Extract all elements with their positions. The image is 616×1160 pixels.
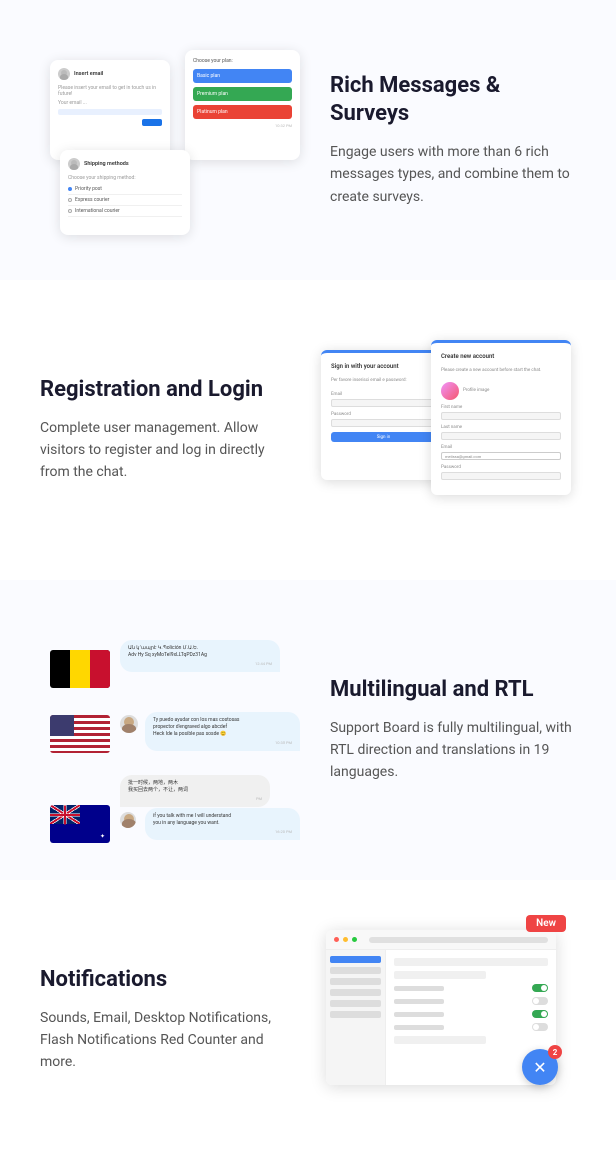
multilingual-section: Ան կ՚ապրէ Կ.Պolición Մ.Ա.Ե.Adv Hy Sq xyM… xyxy=(0,580,616,880)
close-icon: ✕ xyxy=(533,1058,546,1077)
multilingual-title: Multilingual and RTL xyxy=(330,676,576,705)
notifications-topbar xyxy=(326,930,556,950)
notif-toggle-2 xyxy=(394,997,548,1005)
belgian-flag xyxy=(50,650,110,688)
notif-toggle-1 xyxy=(394,984,548,992)
english-chat-bubble: if you talk with me I will understandyou… xyxy=(145,808,300,840)
registration-mockup: Sign in with your account Per favore ins… xyxy=(316,320,576,540)
toggle-4 xyxy=(532,1023,548,1031)
notifications-description: Sounds, Email, Desktop Notifications, Fl… xyxy=(40,1007,286,1074)
sidebar-item-3 xyxy=(330,978,381,985)
chinese-chat-bubble: 批一时候，两地，两木我买回去两个，不让，两词 PM xyxy=(120,775,270,807)
shipping-card-title: Shipping methods xyxy=(84,161,129,167)
notif-toggle-3 xyxy=(394,1010,548,1018)
plan-mockup-card: Choose your plan: Basic plan Premium pla… xyxy=(185,50,300,160)
register-email-input: melissa@gmail.com xyxy=(441,452,561,460)
notifications-title: Notifications xyxy=(40,966,286,995)
chat-close-button[interactable]: ✕ 2 xyxy=(522,1049,558,1085)
login-desc: Per favore inserisci email e password: xyxy=(331,378,436,384)
profile-label: Profile image xyxy=(463,388,489,393)
user-avatar-multilingual xyxy=(120,715,138,733)
user-avatar-au xyxy=(120,812,136,828)
armenian-chat-bubble: Ան կ՚ապրէ Կ.Պolición Մ.Ա.Ե.Adv Hy Sq xyM… xyxy=(120,640,280,672)
rich-messages-title: Rich Messages & Surveys xyxy=(330,72,576,129)
register-desc: Please create a new account before start… xyxy=(441,368,561,374)
multilingual-content: Multilingual and RTL Support Board is fu… xyxy=(330,676,576,784)
login-btn-label: Sign in xyxy=(377,435,390,440)
sidebar-item-5 xyxy=(330,1000,381,1007)
plan-header: Choose your plan: xyxy=(193,58,292,64)
login-title: Sign in with your account xyxy=(331,363,436,370)
us-flag xyxy=(50,715,110,753)
multilingual-mockup: Ան կ՚ապրէ Կ.Պolición Մ.Ա.Ե.Adv Hy Sq xyM… xyxy=(40,620,300,840)
register-card: Create new account Please create a new a… xyxy=(431,340,571,495)
notifications-content: Notifications Sounds, Email, Desktop Not… xyxy=(40,966,286,1074)
login-pass-label: Password xyxy=(331,412,436,417)
premium-plan-label: Premium plan xyxy=(197,91,228,97)
profile-image-placeholder xyxy=(441,382,459,400)
platinum-plan-label: Platinum plan xyxy=(197,109,228,115)
registration-section: Sign in with your account Per favore ins… xyxy=(0,280,616,580)
sidebar-item-2 xyxy=(330,967,381,974)
sidebar-item-1 xyxy=(330,956,381,963)
toggle-1 xyxy=(532,984,548,992)
rich-messages-mockup: Insert email Please insert your email to… xyxy=(40,40,300,240)
registration-description: Complete user management. Allow visitors… xyxy=(40,417,286,484)
notifications-sidebar xyxy=(326,950,386,1085)
register-first-input xyxy=(441,412,561,420)
register-pass-label: Password xyxy=(441,465,561,470)
register-pass-input xyxy=(441,472,561,480)
toggle-3 xyxy=(532,1010,548,1018)
notif-row-1 xyxy=(394,958,548,966)
register-first-label: First name xyxy=(441,405,561,410)
multilingual-description: Support Board is fully multilingual, wit… xyxy=(330,717,576,784)
register-title: Create new account xyxy=(441,353,561,360)
basic-plan-label: Basic plan xyxy=(197,73,220,79)
login-card: Sign in with your account Per favore ins… xyxy=(321,350,446,480)
minimize-dot xyxy=(343,937,348,942)
spanish-chat-bubble: Ty puedo ayudar con los mas costosasprop… xyxy=(145,712,300,751)
login-pass-input xyxy=(331,419,436,427)
toggle-2 xyxy=(532,997,548,1005)
login-submit-btn: Sign in xyxy=(331,432,436,442)
register-last-label: Last name xyxy=(441,425,561,430)
notif-row-2 xyxy=(394,971,486,979)
login-email-label: Email xyxy=(331,392,436,397)
sidebar-item-4 xyxy=(330,989,381,996)
address-bar xyxy=(369,937,548,943)
rich-messages-description: Engage users with more than 6 rich messa… xyxy=(330,141,576,208)
notifications-screen xyxy=(326,930,556,1085)
email-mockup-card: Insert email Please insert your email to… xyxy=(50,60,170,160)
login-email-input xyxy=(331,399,436,407)
register-last-input xyxy=(441,432,561,440)
registration-title: Registration and Login xyxy=(40,376,286,405)
shipping-mockup-card: Shipping methods Choose your shipping me… xyxy=(60,150,190,235)
notifications-mockup: New xyxy=(316,920,576,1120)
new-badge: New xyxy=(526,915,566,932)
notif-toggle-4 xyxy=(394,1023,548,1031)
rich-messages-content: Rich Messages & Surveys Engage users wit… xyxy=(330,72,576,208)
unread-count-badge: 2 xyxy=(548,1045,562,1059)
register-email-label: Email xyxy=(441,445,561,450)
close-dot xyxy=(334,937,339,942)
notifications-section: New xyxy=(0,880,616,1160)
notif-row-3 xyxy=(394,1036,486,1044)
fullscreen-dot xyxy=(352,937,357,942)
email-card-title: Insert email xyxy=(74,71,103,77)
registration-content: Registration and Login Complete user man… xyxy=(40,376,286,484)
rich-messages-section: Insert email Please insert your email to… xyxy=(0,0,616,280)
sidebar-item-6 xyxy=(330,1011,381,1018)
australian-flag: ✦ xyxy=(50,805,110,843)
